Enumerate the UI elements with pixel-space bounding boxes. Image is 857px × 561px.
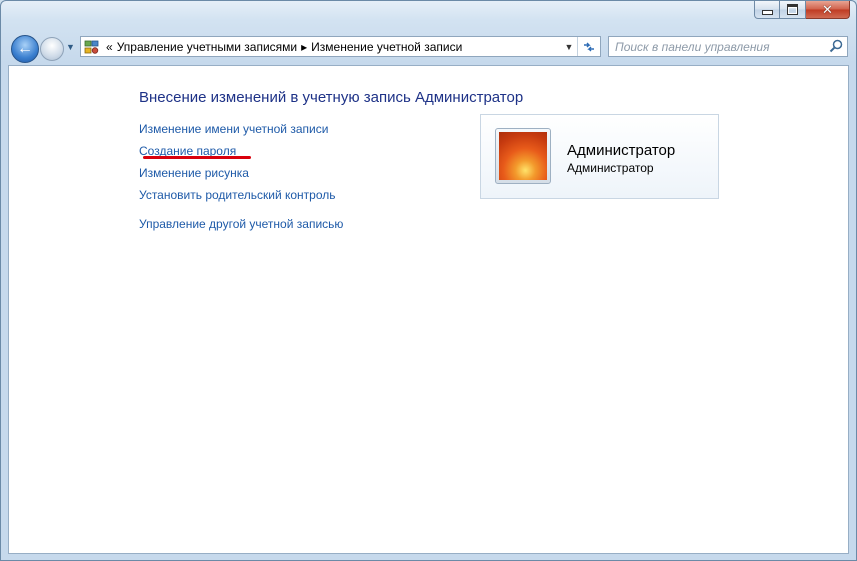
back-button[interactable]: ←	[11, 35, 39, 63]
caption-buttons: ✕	[754, 1, 850, 19]
address-dropdown-button[interactable]: ▼	[562, 37, 576, 56]
breadcrumb-user-accounts[interactable]: Управление учетными записями	[117, 40, 297, 54]
title-bar[interactable]: ✕	[1, 1, 856, 29]
flower-avatar-icon	[499, 132, 547, 180]
avatar	[495, 128, 551, 184]
address-overflow[interactable]: «	[106, 40, 113, 54]
forward-button[interactable]	[40, 37, 64, 61]
close-icon: ✕	[822, 2, 833, 17]
refresh-icon	[584, 42, 594, 51]
change-picture-link[interactable]: Изменение рисунка	[139, 166, 343, 188]
chevron-down-icon: ▼	[564, 41, 574, 52]
address-bar[interactable]: « Управление учетными записями ▸ Изменен…	[80, 36, 601, 57]
recent-pages-button[interactable]: ▼	[66, 42, 75, 52]
arrow-left-icon: ←	[17, 40, 33, 57]
main-content: Внесение изменений в учетную запись Адми…	[8, 65, 849, 554]
breadcrumb-separator[interactable]: ▸	[301, 40, 307, 54]
breadcrumb-change-account[interactable]: Изменение учетной записи	[311, 40, 462, 54]
parental-controls-link[interactable]: Установить родительский контроль	[139, 188, 343, 210]
page-title: Внесение изменений в учетную запись Адми…	[139, 89, 524, 106]
account-card: Администратор Администратор	[480, 114, 719, 199]
search-icon	[829, 39, 843, 53]
chevron-down-icon: ▼	[66, 42, 75, 52]
refresh-button[interactable]	[577, 37, 600, 56]
navigation-bar: ← ▼ « Управление учетными записями ▸ Изм…	[1, 31, 856, 65]
control-panel-window: ✕ ← ▼ « Управление учетными записями ▸ И…	[0, 0, 857, 561]
search-box	[608, 36, 848, 57]
change-name-link[interactable]: Изменение имени учетной записи	[139, 122, 343, 144]
highlight-underline	[143, 156, 251, 159]
search-input[interactable]	[609, 37, 836, 56]
close-button[interactable]: ✕	[806, 1, 850, 19]
minimize-button[interactable]	[754, 1, 780, 19]
manage-other-account-link[interactable]: Управление другой учетной записью	[139, 217, 343, 239]
control-panel-icon	[84, 40, 99, 54]
account-name: Администратор	[567, 142, 676, 159]
minimize-icon	[761, 10, 773, 15]
task-links: Изменение имени учетной записи Создание …	[139, 122, 343, 239]
search-button[interactable]	[829, 39, 843, 58]
account-role: Администратор	[567, 161, 654, 175]
maximize-button[interactable]	[780, 1, 806, 19]
maximize-icon	[787, 4, 798, 15]
create-password-link[interactable]: Создание пароля	[139, 144, 343, 166]
